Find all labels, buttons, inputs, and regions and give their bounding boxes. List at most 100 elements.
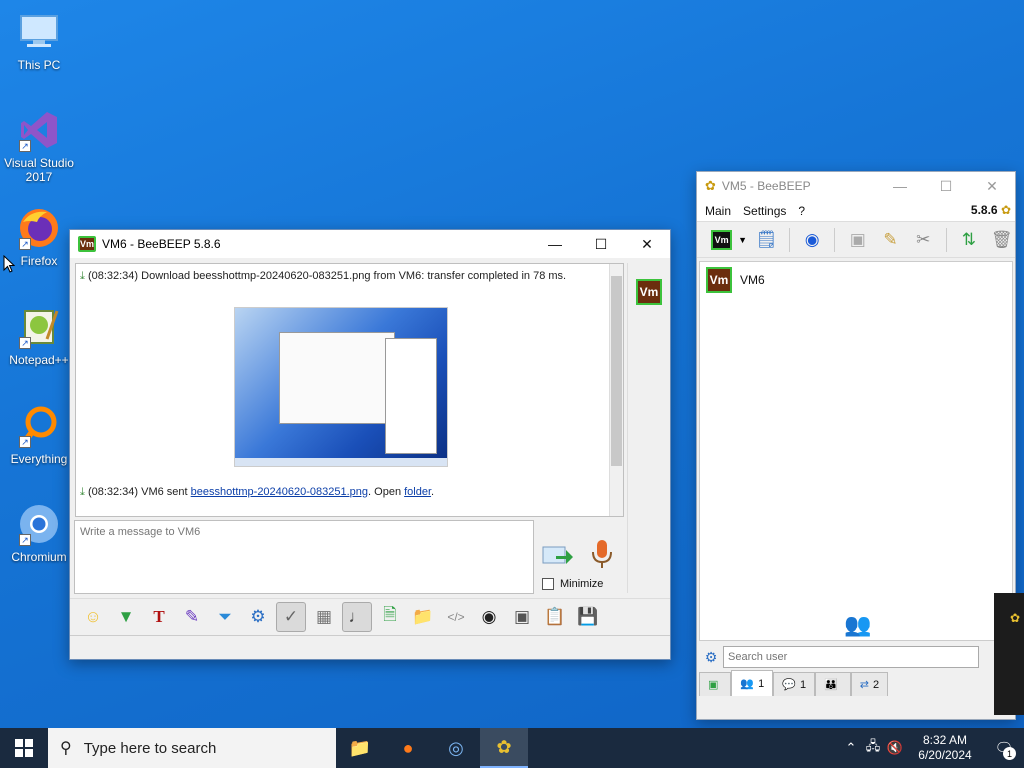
users-icon: 👥 [740,678,755,690]
maximize-button[interactable]: ☐ [578,230,624,258]
font-icon: T [153,606,165,626]
thumbnail-taskbar [235,458,447,466]
chevron-down-icon[interactable]: ▼ [738,235,747,245]
start-button[interactable] [0,728,48,768]
file-share-icon: ⇅ [961,229,977,249]
microphone-icon[interactable] [590,538,614,570]
minimize-button[interactable]: — [877,172,923,200]
desktop-icon-notepad-plus-plus[interactable]: ↗ Notepad++ [4,305,74,367]
filter-button[interactable]: ⏷ [210,602,240,632]
taskbar-firefox[interactable]: ● [384,728,432,768]
status-badge[interactable]: Vm [711,229,733,250]
search-row: ⚙ [699,644,1013,670]
clear-button[interactable]: ▣ [507,602,537,632]
partial-window[interactable]: ✿ [994,593,1024,715]
send-folder-button[interactable]: 📁 [408,602,438,632]
tab-files[interactable]: ⇄ 2 [850,672,889,696]
chat-window-titlebar[interactable]: Vm VM6 - BeeBEEP 5.8.6 — ☐ ✕ [70,230,670,258]
log-line-sent: ⤓ (08:32:34) VM6 sent beesshottmp-202406… [80,486,434,499]
chat-log[interactable]: ⤓ (08:32:34) Download beesshottmp-202406… [75,263,624,517]
send-message-icon[interactable] [542,544,574,568]
taskbar-file-explorer[interactable]: 📁 [336,728,384,768]
user-list[interactable]: Vm VM6 👥 [699,261,1013,641]
clock-time: 8:32 AM [922,733,968,747]
font-color-button[interactable]: ✎ [177,602,207,632]
search-user-input[interactable] [723,646,979,668]
download-arrow-icon: ⤓ [80,486,85,498]
network-button[interactable]: ◉ [799,226,826,254]
tab-groups[interactable]: 👪 [815,672,851,696]
compact-view-button[interactable]: ▦ [309,602,339,632]
font-button[interactable]: T [144,602,174,632]
checkbox-box[interactable] [542,578,554,590]
member-avatar[interactable]: Vm [636,279,662,305]
shortcut-arrow-icon: ↗ [19,436,31,448]
close-button[interactable]: ✕ [969,172,1015,200]
menu-help[interactable]: ? [798,204,805,218]
gear-icon[interactable]: ⚙ [699,649,723,666]
message-input[interactable]: Write a message to VM6 [74,520,534,594]
toolbar-separator [945,227,947,252]
desktop-icon-everything[interactable]: ↗ Everything [4,404,74,466]
user-list-item[interactable]: Vm VM6 [706,267,765,293]
view-tabs: ▣ 👥 1 💬 1 👪 ⇄ 2 [699,670,1013,696]
tab-home[interactable]: ▣ [699,672,732,696]
minimize-checkbox[interactable]: Minimize [542,578,603,590]
chat-window: Vm VM6 - BeeBEEP 5.8.6 — ☐ ✕ ⤓ (08:32:34… [69,229,671,660]
settings-button[interactable]: ⚙ [243,602,273,632]
group-chat-button[interactable]: ▣ [844,226,871,254]
version-label: 5.8.6 ✿ [971,203,1011,217]
file-sharing-button[interactable]: ⇅ [956,226,983,254]
folder-icon: 📁 [348,737,372,758]
save-button[interactable]: 💾 [573,602,603,632]
main-window-titlebar[interactable]: ✿ VM5 - BeeBEEP — ☐ ✕ [697,172,1015,200]
clear-history-button[interactable]: 🗑 [988,226,1015,254]
edit-button[interactable]: 📋 [540,602,570,632]
users-group-icon[interactable]: 👥 [844,612,871,638]
menu-settings[interactable]: Settings [743,204,786,218]
send-file-button[interactable]: 🗎 [375,602,405,632]
screenshot-button[interactable]: ◉ [474,602,504,632]
file-link[interactable]: beesshottmp-20240620-083251.png [191,486,368,498]
tab-chats[interactable]: 💬 1 [773,672,816,696]
desktop-icon-visual-studio[interactable]: ↗ Visual Studio 2017 [4,108,74,184]
taskbar-chromium[interactable]: ◎ [432,728,480,768]
scrollbar-thumb[interactable] [611,276,622,466]
visual-studio-icon: ↗ [17,108,61,152]
desktop-icon-this-pc[interactable]: This PC [4,10,74,72]
chevron-up-icon[interactable]: ⌃ [840,740,862,756]
chat-log-scrollbar[interactable] [609,264,623,516]
notes-button[interactable]: ♩ [342,601,372,632]
bee-icon: ✿ [1010,611,1021,625]
chat-group-icon: ▣ [849,229,866,249]
emoticon-button[interactable]: ☺ [78,602,108,632]
taskbar: ⚲ Type here to search 📁 ● ◎ ✿ ⌃ 🖧 🔇 8:32… [0,728,1024,768]
chromium-icon: ◎ [448,737,464,758]
log-line-download: ⤓ (08:32:34) Download beesshottmp-202406… [80,270,566,283]
spell-check-button[interactable]: ✓ [276,601,306,632]
maximize-button[interactable]: ☐ [923,172,969,200]
network-icon[interactable]: 🖧 [862,737,884,759]
desktop-icon-label: This PC [17,58,61,72]
notification-badge: 1 [1003,747,1016,760]
folder-link[interactable]: folder [404,486,431,498]
desktop-icon-chromium[interactable]: ↗ Chromium [4,502,74,564]
tools-button[interactable]: ✂ [910,226,937,254]
clock[interactable]: 8:32 AM 6/20/2024 [906,733,984,763]
html-button[interactable]: </> [441,602,471,632]
minimize-button[interactable]: — [532,230,578,258]
tab-users[interactable]: 👥 1 [731,670,774,696]
notification-center-button[interactable]: 🗨 1 [984,728,1024,768]
taskbar-search-box[interactable]: ⚲ Type here to search [48,728,336,768]
write-message-button[interactable]: ✎ [877,226,904,254]
emoticon-menu-button[interactable]: ▼ [111,602,141,632]
volume-muted-icon[interactable]: 🔇 [884,740,906,756]
shortcut-arrow-icon: ↗ [19,534,31,546]
filter-icon: ⏷ [218,606,232,626]
taskbar-beebeep[interactable]: ✿ [480,728,528,768]
menu-main[interactable]: Main [705,204,731,218]
chat-statusbar [70,635,670,659]
screenshot-thumbnail[interactable] [234,307,448,467]
close-button[interactable]: ✕ [624,230,670,258]
edit-profile-button[interactable]: 🗒 [753,226,780,254]
